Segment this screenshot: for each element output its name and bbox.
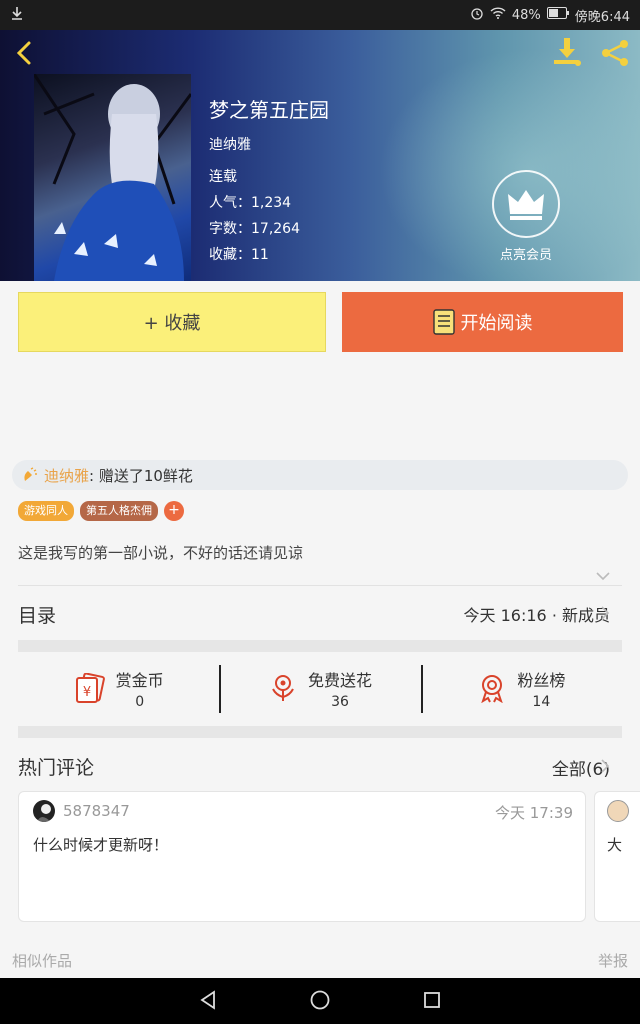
stat-value: 0 <box>135 693 145 710</box>
book-description: 这是我写的第一部小说，不好的话还请见谅 <box>18 544 304 562</box>
stat-label: 粉丝榜 <box>517 670 566 690</box>
vip-button[interactable]: 点亮会员 <box>490 170 562 263</box>
reward-coin-icon: ¥ <box>75 673 105 703</box>
book-word-count: 字数：17,264 <box>209 221 300 237</box>
nav-recents-button[interactable] <box>420 988 444 1012</box>
divider <box>18 585 622 586</box>
stat-label: 赏金币 <box>115 670 164 690</box>
comment-text: 什么时候才更新呀！ <box>33 836 169 854</box>
triangle-back-icon <box>200 990 215 1010</box>
share-icon <box>602 40 628 66</box>
circle-home-icon <box>310 990 330 1010</box>
section-separator <box>18 640 622 652</box>
nav-home-button[interactable] <box>308 988 332 1012</box>
cover-art-image <box>34 74 191 281</box>
stats-row: ¥ 赏金币 0 免费送花 36 粉丝榜 14 <box>18 652 622 724</box>
book-title: 梦之第五庄园 <box>209 98 329 122</box>
book-author[interactable]: 迪纳雅 <box>209 134 251 154</box>
gift-notice: 迪纳雅 : 赠送了10鲜花 <box>12 460 628 490</box>
stat-label: 免费送花 <box>307 670 372 690</box>
comment-text: 大 <box>607 836 623 854</box>
start-reading-button[interactable]: 开始阅读 <box>342 292 623 352</box>
chevron-right-icon <box>600 605 610 621</box>
book-favorites: 收藏：11 <box>209 247 269 263</box>
crown-icon <box>508 190 544 220</box>
status-bar: 48% 傍晚6:44 <box>0 0 640 30</box>
download-button[interactable] <box>550 36 584 70</box>
similar-works-link[interactable]: 相似作品 <box>12 950 72 971</box>
fan-ranking-stat[interactable]: 粉丝榜 14 <box>420 652 622 724</box>
comment-time: 今天 17:39 <box>495 804 573 822</box>
book-status: 连载 <box>209 169 237 185</box>
toc-title[interactable]: 目录 <box>18 601 56 628</box>
avatar[interactable] <box>33 800 55 822</box>
avatar[interactable] <box>607 800 629 822</box>
back-button[interactable] <box>10 38 40 68</box>
tag-item[interactable]: 游戏同人 <box>18 501 74 521</box>
reward-coin-stat[interactable]: ¥ 赏金币 0 <box>18 652 219 724</box>
vip-label: 点亮会员 <box>499 248 552 263</box>
report-link[interactable]: 举报 <box>598 950 628 971</box>
nav-back-button[interactable] <box>196 988 220 1012</box>
gift-text: : 赠送了10鲜花 <box>89 466 193 485</box>
comment-card[interactable]: 5878347 今天 17:39 什么时候才更新呀！ <box>18 791 586 922</box>
clap-icon <box>24 467 37 481</box>
square-recents-icon <box>424 992 440 1008</box>
alarm-icon <box>470 6 484 24</box>
stat-value: 36 <box>331 693 349 710</box>
share-button[interactable] <box>598 38 632 68</box>
free-flower-stat[interactable]: 免费送花 36 <box>219 652 420 724</box>
back-arrow-icon <box>16 41 31 65</box>
book-header: 梦之第五庄园 迪纳雅 连载 人气：1,234 字数：17,264 收藏：11 点… <box>0 30 640 281</box>
chevron-right-icon <box>600 758 610 774</box>
comment-card[interactable]: 大 <box>594 791 640 922</box>
add-tag-button[interactable]: + <box>164 501 184 521</box>
wifi-icon <box>490 7 506 23</box>
download-icon <box>554 38 581 66</box>
battery-icon <box>546 7 569 23</box>
start-reading-label: 开始阅读 <box>460 313 533 334</box>
book-popularity: 人气：1,234 <box>209 195 292 211</box>
tag-list: 游戏同人 第五人格杰佣 + <box>18 501 184 521</box>
section-separator <box>18 726 622 738</box>
flower-icon <box>272 675 294 701</box>
download-notification-icon <box>10 6 24 24</box>
battery-percent: 48% <box>511 7 541 23</box>
svg-text:¥: ¥ <box>83 685 91 700</box>
toc-latest-update[interactable]: 今天 16:16 · 新成员 <box>464 602 610 626</box>
vip-circle <box>492 170 560 238</box>
expand-chevron-icon[interactable] <box>596 567 610 581</box>
book-cover[interactable] <box>34 74 191 281</box>
gift-user[interactable]: 迪纳雅 <box>44 465 89 486</box>
tag-item[interactable]: 第五人格杰佣 <box>80 501 158 521</box>
book-icon <box>432 309 455 335</box>
medal-icon <box>481 675 504 703</box>
favorite-button[interactable]: + 收藏 <box>18 292 326 352</box>
system-nav-bar <box>0 978 640 1024</box>
comment-user[interactable]: 5878347 <box>63 802 130 820</box>
clock: 傍晚6:44 <box>574 9 630 25</box>
stat-value: 14 <box>532 693 551 710</box>
hot-comments-title: 热门评论 <box>18 757 95 779</box>
